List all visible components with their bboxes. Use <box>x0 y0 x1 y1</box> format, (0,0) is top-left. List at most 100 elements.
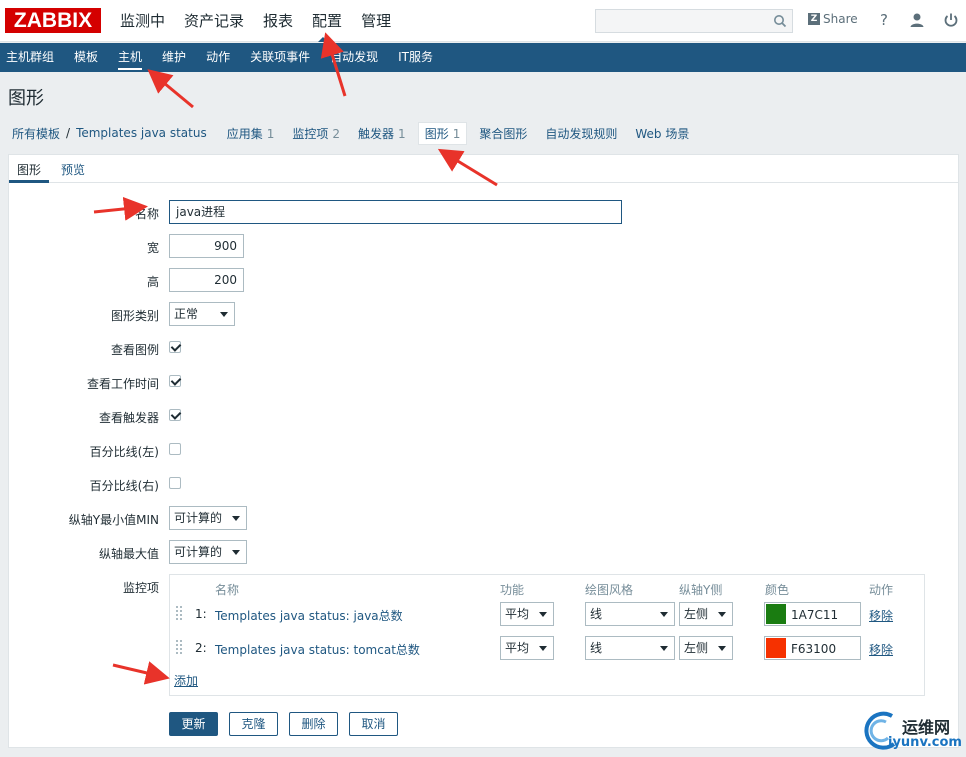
show-legend-checkbox[interactable] <box>169 341 181 353</box>
sub-menu-templates[interactable]: 模板 <box>68 43 104 72</box>
breadcrumb: 所有模板 / Templates java status 应用集 1 监控项 2 触… <box>0 121 966 145</box>
item-y-axis-select[interactable]: 左侧 <box>679 602 733 626</box>
update-button[interactable]: 更新 <box>169 712 218 736</box>
percentile-left-checkbox[interactable] <box>169 443 181 455</box>
ymax-label: 纵轴最大值 <box>98 547 159 561</box>
breadcrumb-separator: / <box>66 126 71 140</box>
breadcrumb-all-templates[interactable]: 所有模板 <box>12 125 60 142</box>
watermark: 运维网 iyunv.com <box>862 708 966 757</box>
chevron-down-icon <box>220 312 228 317</box>
item-function-select[interactable]: 平均 <box>500 636 554 660</box>
form-tabs: 图形 预览 <box>9 155 958 183</box>
percentile-right-label: 百分比线(右) <box>89 479 159 493</box>
item-draw-style-select[interactable]: 线 <box>585 636 675 660</box>
breadcrumb-template[interactable]: Templates java status <box>76 126 207 140</box>
sub-menu-hosts[interactable]: 主机 <box>112 43 148 72</box>
item-color-field[interactable]: 1A7C11 <box>764 602 861 626</box>
chevron-down-icon <box>232 516 240 521</box>
show-triggers-label: 查看触发器 <box>98 411 159 425</box>
height-label: 高 <box>146 275 159 289</box>
items-header-color: 颜色 <box>765 583 790 597</box>
sub-menu-actions[interactable]: 动作 <box>200 43 236 72</box>
ymax-select[interactable]: 可计算的 <box>169 540 247 564</box>
item-name-link[interactable]: Templates java status: java总数 <box>215 607 403 624</box>
item-name-link[interactable]: Templates java status: tomcat总数 <box>215 641 420 658</box>
show-triggers-checkbox[interactable] <box>169 409 181 421</box>
items-header-y-axis: 纵轴Y侧 <box>679 583 723 597</box>
breadcrumb-tab-applications[interactable]: 应用集 1 <box>227 125 275 142</box>
share-icon: Z <box>808 13 820 25</box>
graph-type-select[interactable]: 正常 <box>169 302 235 326</box>
sub-menu-discovery[interactable]: 自动发现 <box>324 43 384 72</box>
main-menu-inventory[interactable]: 资产记录 <box>184 0 244 42</box>
main-menu-reports[interactable]: 报表 <box>263 0 293 42</box>
chevron-down-icon <box>232 550 240 555</box>
breadcrumb-tab-screens[interactable]: 聚合图形 <box>479 125 527 142</box>
breadcrumb-tab-items[interactable]: 监控项 2 <box>292 125 340 142</box>
sub-menu-services[interactable]: IT服务 <box>392 43 439 72</box>
main-menu-monitoring[interactable]: 监测中 <box>120 0 165 42</box>
tab-selected-underline <box>9 180 49 183</box>
drag-handle-icon[interactable] <box>176 640 182 656</box>
item-remove-link[interactable]: 移除 <box>869 607 893 624</box>
ymin-select[interactable]: 可计算的 <box>169 506 247 530</box>
drag-handle-icon[interactable] <box>176 606 182 622</box>
items-label: 监控项 <box>122 581 159 595</box>
show-work-period-checkbox[interactable] <box>169 375 181 387</box>
percentile-right-checkbox[interactable] <box>169 477 181 489</box>
main-menu: 监测中 资产记录 报表 配置 管理 <box>120 0 410 42</box>
items-table: 名称 功能 绘图风格 纵轴Y侧 颜色 动作 1: Templates java … <box>169 574 925 696</box>
main-menu-configuration[interactable]: 配置 <box>312 0 342 42</box>
item-index: 1: <box>195 607 207 621</box>
sub-menu-host-groups[interactable]: 主机群组 <box>0 43 60 72</box>
item-color-field[interactable]: F63100 <box>764 636 861 660</box>
item-draw-style-select[interactable]: 线 <box>585 602 675 626</box>
sub-menu-maintenance[interactable]: 维护 <box>156 43 192 72</box>
tab-preview[interactable]: 预览 <box>61 161 85 178</box>
width-input[interactable]: 900 <box>169 234 244 258</box>
ymin-label: 纵轴Y最小值MIN <box>68 513 159 527</box>
chevron-down-icon <box>539 646 547 651</box>
tab-graph[interactable]: 图形 <box>17 161 41 178</box>
main-menu-administration[interactable]: 管理 <box>361 0 391 42</box>
user-icon[interactable] <box>908 11 926 29</box>
items-header-action: 动作 <box>869 583 894 597</box>
item-function-select[interactable]: 平均 <box>500 602 554 626</box>
add-item-link[interactable]: 添加 <box>174 672 198 689</box>
page-title: 图形 <box>8 88 44 109</box>
breadcrumb-tab-graphs[interactable]: 图形 1 <box>417 121 468 145</box>
width-label: 宽 <box>146 241 159 255</box>
chevron-down-icon <box>718 646 726 651</box>
item-remove-link[interactable]: 移除 <box>869 641 893 658</box>
selected-menu-caret <box>318 37 328 42</box>
height-input[interactable]: 200 <box>169 268 244 292</box>
show-work-period-label: 查看工作时间 <box>86 377 159 391</box>
chevron-down-icon <box>718 612 726 617</box>
zabbix-logo[interactable]: ZABBIX <box>5 8 101 33</box>
graph-type-label: 图形类别 <box>110 309 159 323</box>
cancel-button[interactable]: 取消 <box>349 712 398 736</box>
annotation-arrow <box>147 69 194 109</box>
name-input[interactable]: java进程 <box>169 200 622 224</box>
chevron-down-icon <box>660 612 668 617</box>
show-legend-label: 查看图例 <box>110 343 159 357</box>
share-button[interactable]: Z Share <box>808 12 858 26</box>
watermark-url: iyunv.com <box>888 735 962 750</box>
graph-form-panel: 图形 预览 名称 java进程 宽 900 高 200 图形类别 正常 查看图例… <box>8 154 959 748</box>
breadcrumb-tab-discovery-rules[interactable]: 自动发现规则 <box>545 125 617 142</box>
sub-menu-event-correlation[interactable]: 关联项事件 <box>244 43 316 72</box>
name-label: 名称 <box>134 207 159 221</box>
search-input[interactable] <box>595 9 793 33</box>
help-icon[interactable]: ? <box>875 11 893 29</box>
percentile-left-label: 百分比线(左) <box>89 445 159 459</box>
top-bar: ZABBIX 监测中 资产记录 报表 配置 管理 Z Share ? <box>0 0 966 42</box>
search-icon[interactable] <box>773 14 787 28</box>
breadcrumb-tab-web-scenarios[interactable]: Web 场景 <box>635 125 689 142</box>
items-header-name: 名称 <box>215 583 240 597</box>
item-y-axis-select[interactable]: 左侧 <box>679 636 733 660</box>
delete-button[interactable]: 删除 <box>289 712 338 736</box>
breadcrumb-tab-triggers[interactable]: 触发器 1 <box>358 125 406 142</box>
chevron-down-icon <box>660 646 668 651</box>
clone-button[interactable]: 克隆 <box>229 712 278 736</box>
power-icon[interactable] <box>942 11 960 29</box>
